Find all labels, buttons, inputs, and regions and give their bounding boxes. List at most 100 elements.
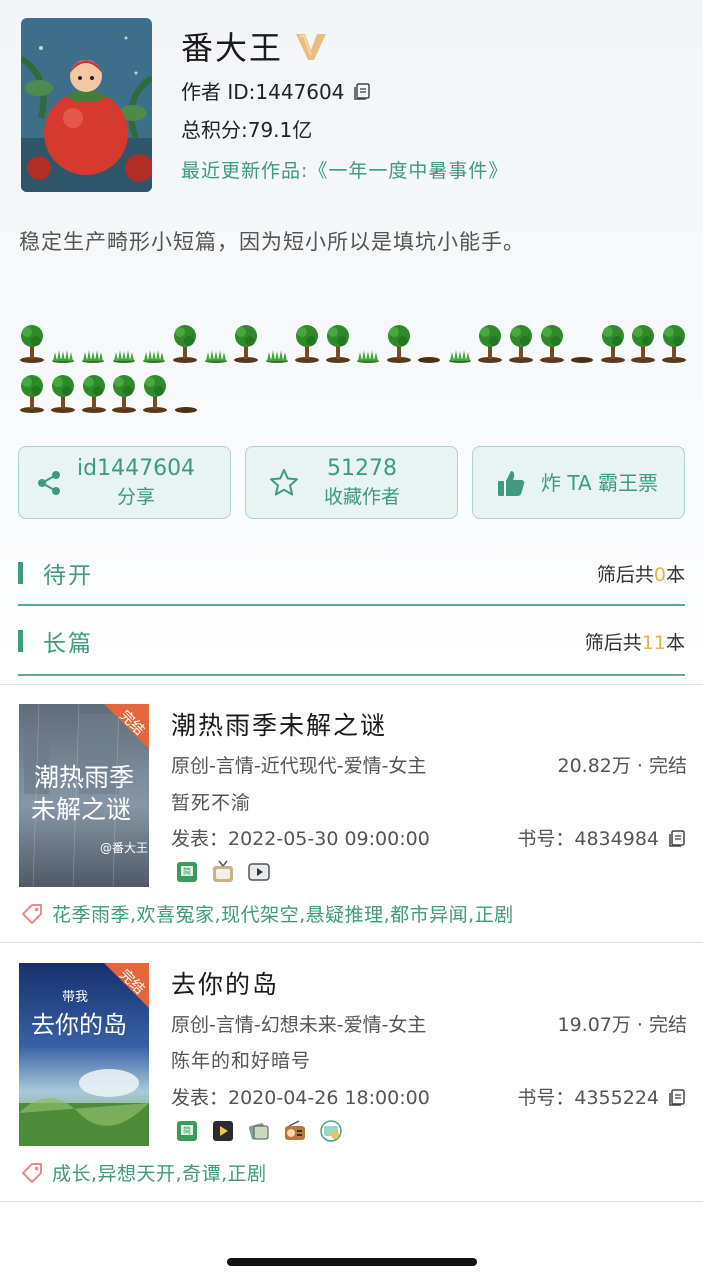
tag-icon — [22, 1162, 42, 1183]
section-marker — [18, 630, 23, 652]
book-number-line: 书号：4834984 — [517, 824, 687, 851]
avatar-illustration — [21, 18, 152, 192]
copy-icon[interactable] — [667, 828, 687, 848]
book-title[interactable]: 潮热雨季未解之谜 — [171, 706, 387, 742]
favorite-author-button[interactable]: 51278 收藏作者 — [245, 446, 458, 519]
tree-icon — [234, 325, 259, 363]
book-publish-date: 发表：2022-05-30 09:00:00 — [171, 828, 430, 850]
cover-title-1: 潮热雨季 — [34, 763, 134, 792]
book-icon: 简 — [177, 862, 197, 882]
tree-cell — [78, 370, 109, 414]
tree-cell — [48, 370, 79, 414]
tree-icon — [509, 325, 534, 363]
favorite-label: 收藏作者 — [324, 485, 401, 508]
book-summary: 陈年的和好暗号 — [171, 1050, 312, 1072]
video-icon — [248, 863, 270, 881]
tv-icon — [213, 860, 233, 882]
section-divider — [18, 604, 685, 606]
radio-icon — [285, 1120, 305, 1140]
tree-icon — [600, 325, 625, 363]
tree-cell — [475, 320, 506, 364]
book-publish-date: 发表：2020-04-26 18:00:00 — [171, 1087, 430, 1109]
recent-update-link[interactable]: 最近更新作品:《一年一度中暑事件》 — [181, 156, 508, 183]
cover-signature: @番大王 — [100, 841, 148, 855]
book-cover[interactable]: 完结 带我 去你的岛 — [19, 963, 149, 1146]
grass-icon — [51, 350, 74, 363]
share-label: 分享 — [117, 485, 156, 508]
cover-illustration: 完结 潮热雨季 未解之谜 @番大王 — [19, 704, 149, 887]
tag-list[interactable]: 成长,异想天开,奇谭,正剧 — [52, 1159, 267, 1186]
tree-icon — [386, 325, 411, 363]
book-number: 书号：4834984 — [517, 828, 659, 850]
bomb-vote-button[interactable]: 炸 TA 霸王票 — [472, 446, 685, 519]
tree-cell — [567, 320, 598, 364]
book-title[interactable]: 去你的岛 — [171, 965, 279, 1001]
tree-cell — [353, 320, 384, 364]
tree-cell — [506, 320, 537, 364]
star-icon — [270, 468, 298, 495]
tree-cell — [17, 370, 48, 414]
share-icon — [38, 470, 60, 495]
home-indicator[interactable] — [227, 1258, 477, 1266]
book-category: 原创-言情-幻想未来-爱情-女主 — [171, 1014, 427, 1036]
tree-icon — [631, 325, 656, 363]
share-button[interactable]: id1447604 分享 — [18, 446, 231, 519]
copy-icon[interactable] — [352, 81, 372, 101]
book-cover[interactable]: 完结 潮热雨季 未解之谜 @番大王 — [19, 704, 149, 887]
tree-grid — [17, 320, 689, 414]
cover-illustration: 完结 带我 去你的岛 — [19, 963, 149, 1146]
tree-icon — [51, 375, 76, 413]
section-long[interactable]: 长篇 筛后共11本 — [18, 617, 685, 665]
bomb-vote-label: 炸 TA 霸王票 — [541, 470, 659, 495]
film-icon — [248, 1123, 269, 1140]
section-pending[interactable]: 待开 筛后共0本 — [18, 549, 685, 597]
copy-icon[interactable] — [667, 1087, 687, 1107]
tree-icon — [112, 375, 137, 413]
tree-row — [17, 370, 689, 414]
book-format-icons: 简 — [175, 860, 271, 884]
svg-text:简: 简 — [183, 866, 191, 876]
tree-cell — [48, 320, 79, 364]
play-icon — [213, 1121, 233, 1141]
tree-cell — [139, 320, 170, 364]
favorite-count: 51278 — [327, 455, 397, 481]
grass-icon — [143, 350, 166, 363]
book-tags: 花季雨季,欢喜冤家,现代架空,悬疑推理,都市异闻,正剧 — [20, 900, 514, 927]
tree-cell — [17, 320, 48, 364]
author-name: 番大王 — [181, 29, 284, 67]
tree-cell — [140, 370, 171, 414]
grass-icon — [204, 350, 227, 363]
vip-badge-icon — [296, 34, 327, 60]
section-count-pending: 筛后共0本 — [596, 563, 685, 586]
hole-icon — [174, 407, 197, 413]
tree-cell — [170, 320, 201, 364]
book-summary: 暂死不渝 — [171, 792, 252, 814]
list-divider — [0, 942, 703, 943]
tag-list[interactable]: 花季雨季,欢喜冤家,现代架空,悬疑推理,都市异闻,正剧 — [52, 900, 514, 927]
section-title-long: 长篇 — [43, 631, 93, 657]
book-word-count: 19.07万 · 完结 — [557, 1014, 687, 1036]
tree-icon — [143, 375, 168, 413]
author-avatar[interactable] — [21, 18, 152, 192]
cover-title-2: 去你的岛 — [31, 1011, 127, 1039]
grass-icon — [448, 350, 471, 363]
tree-icon — [661, 325, 686, 363]
grass-icon — [357, 350, 380, 363]
tree-cell — [658, 320, 689, 364]
author-bio: 稳定生产畸形小短篇，因为短小所以是填坑小能手。 — [19, 230, 525, 254]
tree-icon — [173, 325, 197, 363]
tree-icon — [20, 325, 45, 363]
hole-icon — [418, 357, 441, 363]
grass-icon — [82, 350, 105, 363]
author-id: 作者 ID:1447604 — [181, 80, 345, 104]
tree-icon — [20, 375, 45, 413]
book-category: 原创-言情-近代现代-爱情-女主 — [171, 755, 427, 777]
tree-cell — [322, 320, 353, 364]
book-number-line: 书号：4355224 — [517, 1083, 687, 1110]
tree-cell — [292, 320, 323, 364]
cover-title-2: 未解之谜 — [31, 795, 131, 824]
tree-cell — [170, 370, 201, 414]
book-format-icons: 简 — [175, 1119, 343, 1143]
tree-cell — [261, 320, 292, 364]
tree-cell — [78, 320, 109, 364]
